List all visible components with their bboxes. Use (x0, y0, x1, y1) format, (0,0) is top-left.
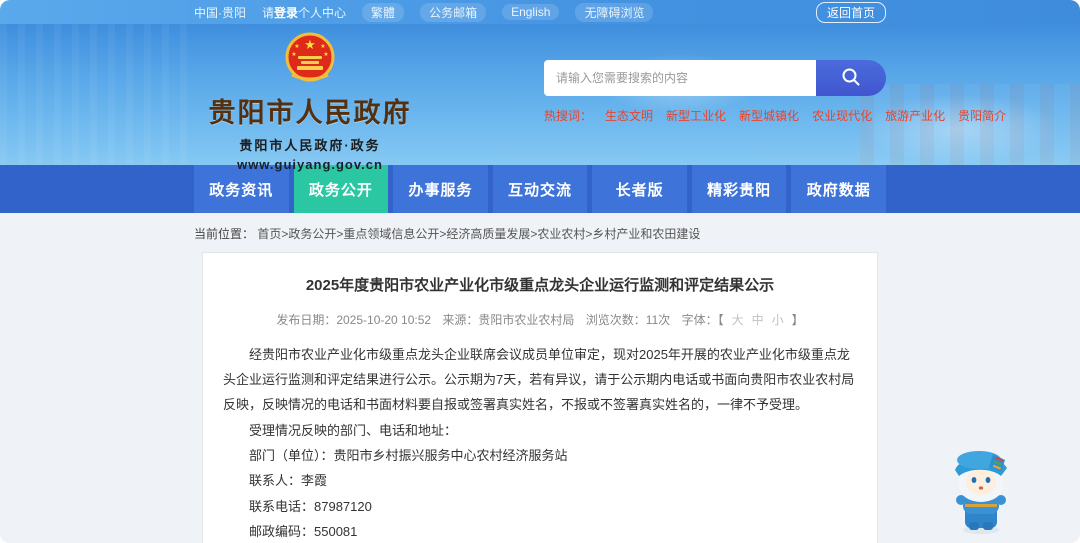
paragraph: 经贵阳市农业产业化市级重点龙头企业联席会议成员单位审定，现对2025年开展的农业… (223, 346, 855, 413)
site-title: 贵阳市人民政府 (208, 98, 412, 128)
search-icon (840, 66, 862, 91)
mascot-icon[interactable] (945, 448, 1017, 536)
paragraph: 受理情况反映的部门、电话和地址： (249, 422, 458, 438)
contact-department: 部门（单位）：贵阳市乡村振兴服务中心农村经济服务站 (249, 447, 568, 463)
article-meta: 发布日期：2025-10-20 10:52 来源：贵阳市农业农村局 浏览次数：1… (223, 311, 857, 328)
font-size-label: 字体：【 (681, 312, 724, 327)
accessibility-link[interactable]: 无障碍浏览 (575, 2, 654, 22)
article-title: 2025年度贵阳市农业产业化市级重点龙头企业运行监测和评定结果公示 (305, 277, 775, 294)
site-url: www.guiyang.gov.cn (237, 157, 383, 172)
cityscape-decoration (860, 84, 1080, 165)
postal-code: 邮政编码：550081 (249, 523, 358, 539)
nav-item-zhengwu-gongkai[interactable]: 政务公开 (293, 165, 389, 213)
site-header: ★ ★ ★ ★ ★ 贵阳市人民政府 贵阳市人民政府·政务 www.guiyang… (0, 24, 1080, 172)
view-count: 浏览次数：11次 (585, 312, 671, 327)
main-content: 2025年度贵阳市农业产业化市级重点龙头企业运行监测和评定结果公示 发布日期：2… (0, 252, 1080, 543)
hot-word-link[interactable]: 农业现代化 (812, 107, 872, 124)
contact-phone: 联系电话：87987120 (249, 498, 372, 514)
search-button[interactable] (816, 60, 886, 96)
traditional-chinese-link[interactable]: 繁體 (362, 2, 405, 22)
english-link[interactable]: English (502, 4, 560, 20)
breadcrumb-bar: 当前位置： 首页>政务公开>重点领域信息公开>经济高质量发展>农业农村>乡村产业… (0, 213, 1080, 252)
article-body: 经贵阳市农业产业化市级重点龙头企业联席会议成员单位审定，现对2025年开展的农业… (223, 342, 857, 543)
svg-text:★: ★ (323, 51, 328, 58)
search-area: 热搜词： 生态文明 新型工业化 新型城镇化 农业现代化 旅游产业化 贵阳简介 (544, 24, 1006, 165)
login-strong[interactable]: 登录 (274, 6, 298, 20)
font-size-bracket-close: 】 (791, 312, 804, 327)
browser-page: 中国·贵阳 请登录个人中心 繁體 公务邮箱 English 无障碍浏览 返回首页… (0, 0, 1080, 543)
nav-item-banshi-fuwu[interactable]: 办事服务 (393, 165, 488, 213)
font-size-large-button[interactable]: 大 (732, 313, 744, 327)
publish-date: 发布日期：2025-10-20 10:52 (276, 312, 432, 327)
nav-item-jingcai-guiyang[interactable]: 精彩贵阳 (691, 165, 787, 213)
building-silhouette-decoration (0, 24, 190, 165)
hot-search-label: 热搜词： (544, 109, 593, 123)
article-card: 2025年度贵阳市农业产业化市级重点龙头企业运行监测和评定结果公示 发布日期：2… (202, 252, 878, 543)
official-mail-link[interactable]: 公务邮箱 (420, 2, 487, 22)
svg-text:★: ★ (304, 37, 316, 52)
breadcrumb[interactable]: 首页>政务公开>重点领域信息公开>经济高质量发展>农业农村>乡村产业和农田建设 (257, 227, 700, 241)
svg-text:★: ★ (320, 43, 325, 50)
font-size-small-button[interactable]: 小 (772, 313, 784, 327)
contact-person: 联系人：李霞 (249, 473, 328, 489)
hot-search-row: 热搜词： 生态文明 新型工业化 新型城镇化 农业现代化 旅游产业化 贵阳简介 (544, 107, 1006, 124)
breadcrumb-label: 当前位置： (194, 227, 255, 241)
hot-word-link[interactable]: 新型工业化 (666, 107, 726, 124)
hot-word-link[interactable]: 旅游产业化 (885, 107, 945, 124)
hot-word-link[interactable]: 新型城镇化 (739, 107, 799, 124)
svg-text:★: ★ (294, 43, 299, 50)
top-utility-bar: 中国·贵阳 请登录个人中心 繁體 公务邮箱 English 无障碍浏览 返回首页 (0, 0, 1080, 24)
personal-center-link[interactable]: 个人中心 (298, 6, 346, 20)
login-link[interactable]: 请登录个人中心 (262, 4, 346, 21)
site-logo[interactable]: ★ ★ ★ ★ ★ 贵阳市人民政府 贵阳市人民政府·政务 www.guiyang… (194, 24, 426, 172)
nav-item-hudong-jiaoliu[interactable]: 互动交流 (492, 165, 588, 213)
main-navigation: 政务资讯 政务公开 办事服务 互动交流 长者版 精彩贵阳 政府数据 (0, 165, 1080, 213)
hot-word-link[interactable]: 贵阳简介 (958, 107, 1006, 124)
return-home-button[interactable]: 返回首页 (815, 1, 886, 23)
login-prefix: 请 (262, 5, 275, 20)
nav-item-zhengfu-shuju[interactable]: 政府数据 (791, 165, 887, 213)
search-input[interactable] (544, 60, 816, 96)
font-size-medium-button[interactable]: 中 (752, 313, 764, 327)
hot-word-link[interactable]: 生态文明 (605, 107, 653, 124)
svg-text:★: ★ (291, 51, 296, 58)
article-source: 来源：贵阳市农业农村局 (442, 312, 575, 327)
site-subtitle: 贵阳市人民政府·政务 (239, 138, 381, 153)
region-link[interactable]: 中国·贵阳 (194, 4, 246, 21)
nav-item-zhangzheban[interactable]: 长者版 (592, 165, 687, 213)
national-emblem-icon: ★ ★ ★ ★ ★ (282, 32, 338, 89)
nav-item-zhengwu-zixun[interactable]: 政务资讯 (194, 165, 289, 213)
